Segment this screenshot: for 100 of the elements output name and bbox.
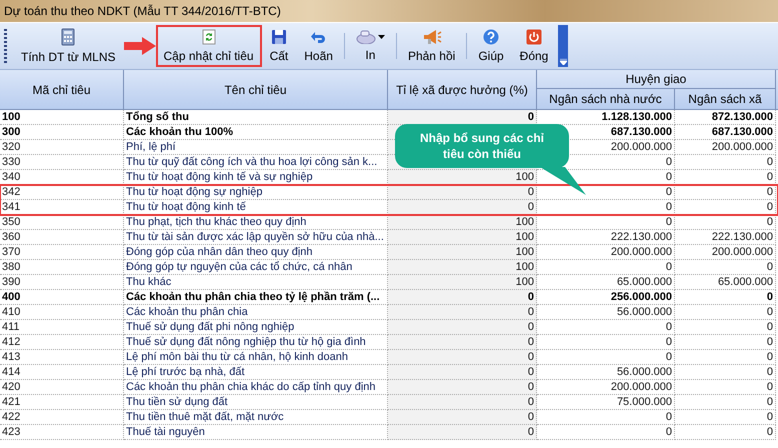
name-cell: Phí, lệ phí (124, 140, 388, 155)
amount-cell: 65.000.000 (675, 275, 776, 290)
name-cell: Thu từ tài sản được xác lập quyền sở hữu của nhà... (124, 230, 388, 245)
amount-cell: 65.000.000 (537, 275, 675, 290)
amount-cell: 56.000.000 (537, 365, 675, 380)
ratio-cell: 100 (388, 245, 537, 260)
toolbar-button[interactable]: Tính DT từ MLNS (13, 25, 124, 67)
name-cell: Thu tiền sử dụng đất (124, 395, 388, 410)
window-title: Dự toán thu theo NDKT (Mẫu TT 344/2016/TT-BTC) (4, 4, 281, 18)
chevron-icon (560, 59, 567, 65)
name-cell: Các khoản thu phân chia khác do cấp tỉnh quy định (124, 380, 388, 395)
amount-cell: 256.000.000 (537, 290, 675, 305)
refresh-document-icon (202, 29, 216, 45)
amount-cell: 0 (537, 215, 675, 230)
ratio-cell: 0 (388, 380, 537, 395)
amount-cell: 0 (537, 410, 675, 425)
code-cell: 410 (0, 305, 124, 320)
name-cell: Thuế tài nguyên (124, 425, 388, 440)
toolbar-button[interactable]: Giúp (470, 25, 512, 67)
toolbar-button[interactable]: Cất (262, 25, 296, 67)
callout-tail (540, 167, 588, 197)
name-cell: Lệ phí trước bạ nhà, đất (124, 365, 388, 380)
amount-cell: 200.000.000 (537, 380, 675, 395)
ratio-cell: 0 (388, 425, 537, 440)
amount-cell: 872.130.000 (675, 110, 776, 125)
ratio-cell: 100 (388, 215, 537, 230)
code-cell: 341 (0, 200, 124, 215)
toolbar-button[interactable]: Đóng (512, 25, 556, 67)
code-cell: 300 (0, 125, 124, 140)
toolbar-button[interactable]: Phản hồi (400, 25, 464, 67)
toolbar-button[interactable]: In (348, 25, 393, 67)
amount-cell: 0 (537, 425, 675, 440)
power-icon (526, 29, 542, 45)
ratio-cell: 100 (388, 260, 537, 275)
ratio-cell: 100 (388, 275, 537, 290)
amount-cell: 75.000.000 (537, 395, 675, 410)
amount-cell: 0 (675, 170, 776, 185)
amount-cell: 200.000.000 (537, 245, 675, 260)
name-cell: Tổng số thu (124, 110, 388, 125)
amount-cell: 0 (537, 335, 675, 350)
amount-cell: 0 (537, 200, 675, 215)
ratio-cell: 100 (388, 230, 537, 245)
name-cell: Đóng góp của nhân dân theo quy định (124, 245, 388, 260)
ratio-cell: 0 (388, 290, 537, 305)
name-cell: Các khoản thu phân chia theo tỷ lệ phần trăm (... (124, 290, 388, 305)
ratio-cell: 0 (388, 410, 537, 425)
megaphone-icon (422, 29, 442, 45)
code-cell: 413 (0, 350, 124, 365)
code-cell: 390 (0, 275, 124, 290)
amount-cell: 0 (675, 260, 776, 275)
amount-cell: 0 (675, 350, 776, 365)
name-cell: Lệ phí môn bài thu từ cá nhân, hộ kinh doanh (124, 350, 388, 365)
code-cell: 340 (0, 170, 124, 185)
amount-cell: 0 (675, 410, 776, 425)
code-cell: 370 (0, 245, 124, 260)
code-cell: 330 (0, 155, 124, 170)
code-cell: 400 (0, 290, 124, 305)
code-cell: 350 (0, 215, 124, 230)
toolbar-overflow-button[interactable] (558, 25, 568, 67)
amount-cell: 0 (537, 350, 675, 365)
ratio-cell: 0 (388, 395, 537, 410)
code-cell: 411 (0, 320, 124, 335)
amount-cell: 0 (675, 380, 776, 395)
amount-cell: 0 (675, 200, 776, 215)
amount-cell: 222.130.000 (675, 230, 776, 245)
name-cell: Thu từ hoạt động sự nghiệp (124, 185, 388, 200)
column-header: Tỉ lệ xã được hưởng (%) (388, 70, 537, 109)
column-header: Tên chỉ tiêu (124, 70, 388, 109)
column-header: Mã chỉ tiêu (0, 70, 124, 109)
help-icon (482, 29, 499, 45)
name-cell: Thuế sử dụng đất phi nông nghiệp (124, 320, 388, 335)
amount-cell: 200.000.000 (675, 140, 776, 155)
printer-icon (356, 30, 376, 44)
code-cell: 421 (0, 395, 124, 410)
toolbar-button[interactable]: Cập nhật chỉ tiêu (156, 25, 262, 67)
name-cell: Thu phạt, tịch thu khác theo quy định (124, 215, 388, 230)
ratio-cell: 0 (388, 365, 537, 380)
code-cell: 100 (0, 110, 124, 125)
save-icon (270, 29, 287, 45)
amount-cell: 200.000.000 (675, 245, 776, 260)
name-cell: Thu từ quỹ đất công ích và thu hoa lợi công sản k... (124, 155, 388, 170)
code-cell: 414 (0, 365, 124, 380)
amount-cell: 0 (675, 320, 776, 335)
name-cell: Thu tiền thuê mặt đất, mặt nước (124, 410, 388, 425)
code-cell: 412 (0, 335, 124, 350)
column-header: Ngân sách nhà nước (537, 89, 675, 109)
code-cell: 360 (0, 230, 124, 245)
amount-cell: 0 (675, 305, 776, 320)
toolbar-button[interactable]: Hoãn (296, 25, 341, 67)
column-header: Ngân sách xã (675, 89, 776, 109)
ratio-cell: 0 (388, 350, 537, 365)
name-cell: Các khoản thu 100% (124, 125, 388, 140)
ratio-cell: 0 (388, 320, 537, 335)
ratio-cell: 0 (388, 200, 537, 215)
amount-cell: 0 (675, 335, 776, 350)
pointer-arrow (124, 37, 156, 55)
amount-cell: 0 (675, 155, 776, 170)
code-cell: 342 (0, 185, 124, 200)
ratio-cell: 0 (388, 335, 537, 350)
amount-cell: 0 (675, 365, 776, 380)
